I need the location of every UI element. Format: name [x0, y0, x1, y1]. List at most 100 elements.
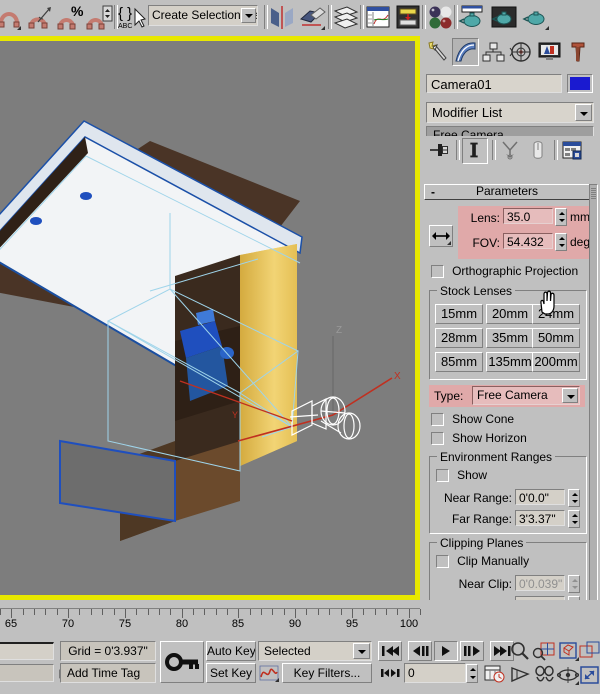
align-icon[interactable] — [298, 3, 326, 31]
command-panel-scrollbar[interactable] — [589, 184, 598, 614]
lens-input[interactable]: 35.0 — [503, 208, 553, 224]
fov-input[interactable]: 54.432 — [503, 233, 553, 249]
clip-manually-row[interactable]: Clip Manually — [436, 554, 529, 568]
animate-curve-icon[interactable] — [258, 663, 280, 683]
stock-lens-28mm[interactable]: 28mm — [435, 328, 483, 348]
named-selection-sets-icon[interactable]: { } ABC — [118, 3, 146, 31]
perspective-viewport[interactable]: Z X Y — [0, 41, 415, 595]
mirror-icon[interactable] — [268, 3, 296, 31]
time-configuration-icon[interactable] — [482, 663, 506, 683]
camera-type-dropdown[interactable]: Free Camera — [472, 386, 580, 405]
configure-modifier-sets-icon[interactable] — [560, 138, 584, 162]
object-color-swatch-button[interactable] — [567, 74, 593, 93]
modifier-list-dropdown-arrow-button[interactable] — [575, 104, 592, 121]
set-key-button[interactable]: Set Key — [206, 663, 256, 683]
track-bar-tick — [272, 609, 273, 615]
near-range-input[interactable]: 0'0.0" — [515, 489, 565, 505]
show-cone-row[interactable]: Show Cone — [424, 412, 590, 431]
add-time-tag-button[interactable]: Add Time Tag — [60, 663, 156, 683]
zoom-all-icon[interactable] — [532, 640, 556, 662]
parameters-rollout-header[interactable]: - Parameters — [424, 184, 590, 200]
show-cone-checkbox[interactable] — [431, 412, 444, 426]
stock-lens-35mm[interactable]: 35mm — [486, 328, 534, 348]
play-animation-icon[interactable] — [434, 641, 458, 661]
svg-text:{ }: { } — [118, 5, 132, 22]
make-unique-icon[interactable] — [498, 138, 522, 162]
curve-editor-icon[interactable] — [364, 3, 392, 31]
maximize-viewport-icon[interactable] — [578, 664, 600, 686]
auto-key-button[interactable]: Auto Key — [206, 641, 256, 661]
track-bar-tick — [102, 609, 103, 615]
track-bar-tick-label: 75 — [118, 618, 132, 630]
previous-frame-icon[interactable] — [408, 641, 432, 661]
track-bar-tick-label: 100 — [399, 618, 419, 630]
key-mode-toggle-icon[interactable] — [378, 663, 402, 683]
zoom-extents-icon[interactable] — [556, 640, 580, 662]
render-setup-icon[interactable] — [458, 3, 486, 31]
percent-snap-icon[interactable]: % — [56, 3, 84, 31]
far-range-spinner[interactable] — [568, 510, 580, 528]
material-editor-icon[interactable] — [426, 3, 454, 31]
transform-type-in-x[interactable] — [0, 642, 54, 660]
field-of-view-icon[interactable] — [508, 664, 532, 686]
stock-lens-200mm[interactable]: 200mm — [532, 352, 580, 372]
modifier-list-dropdown[interactable]: Modifier List — [426, 102, 594, 123]
transform-type-in-y[interactable] — [0, 664, 54, 682]
tab-create[interactable] — [424, 38, 451, 66]
orthographic-projection-row[interactable]: Orthographic Projection — [424, 264, 590, 284]
far-range-label: Far Range: — [451, 512, 512, 526]
zoom-extents-all-icon[interactable] — [578, 640, 600, 662]
track-bar[interactable]: 65 70 75 80 85 90 95 100 — [0, 600, 600, 638]
tab-display[interactable] — [536, 38, 563, 66]
key-filters-button[interactable]: Key Filters... — [282, 663, 372, 683]
remove-modifier-icon[interactable] — [526, 138, 550, 162]
key-toggle-icon[interactable] — [160, 641, 204, 683]
viewport-container[interactable]: Z X Y — [0, 36, 420, 600]
current-frame-input[interactable]: 0 — [404, 663, 466, 683]
tab-modify[interactable] — [452, 38, 479, 66]
layer-manager-icon[interactable] — [332, 3, 360, 31]
show-end-result-icon[interactable] — [462, 138, 488, 164]
angle-snap-icon[interactable] — [26, 3, 54, 31]
tab-utilities[interactable] — [564, 38, 591, 66]
object-name-input[interactable]: Camera01 — [426, 74, 562, 93]
horizontal-fov-icon[interactable] — [429, 225, 453, 247]
schematic-view-icon[interactable] — [394, 3, 422, 31]
near-range-spinner[interactable] — [568, 489, 580, 507]
orthographic-projection-checkbox[interactable] — [431, 264, 444, 278]
selection-list-dropdown-arrow-button[interactable] — [353, 643, 370, 659]
rendered-frame-window-icon[interactable] — [490, 3, 518, 31]
chevron-down-icon — [358, 650, 366, 654]
env-show-row[interactable]: Show — [436, 468, 487, 482]
clip-manually-checkbox[interactable] — [436, 554, 449, 568]
quick-render-icon[interactable] — [522, 3, 550, 31]
stock-lens-20mm[interactable]: 20mm — [486, 304, 534, 324]
env-show-checkbox[interactable] — [436, 468, 449, 482]
snap-toggle-icon[interactable]: 3 — [0, 3, 22, 31]
go-to-start-icon[interactable] — [378, 641, 402, 661]
tab-hierarchy[interactable] — [480, 38, 507, 66]
show-horizon-row[interactable]: Show Horizon — [424, 431, 590, 450]
fov-spinner[interactable] — [555, 233, 567, 251]
next-frame-icon[interactable] — [460, 641, 484, 661]
show-horizon-checkbox[interactable] — [431, 431, 444, 445]
stock-lens-50mm[interactable]: 50mm — [532, 328, 580, 348]
track-bar-tick — [284, 609, 285, 615]
arc-rotate-icon[interactable] — [556, 664, 580, 686]
camera-type-dropdown-arrow-button[interactable] — [562, 388, 578, 403]
tab-motion[interactable] — [508, 38, 535, 66]
spinner-snap-icon[interactable] — [86, 3, 114, 31]
track-bar-ruler[interactable]: 65 70 75 80 85 90 95 100 — [0, 608, 421, 635]
selection-set-dropdown-button[interactable] — [241, 8, 256, 23]
track-bar-tick — [34, 609, 35, 615]
stock-lens-85mm[interactable]: 85mm — [435, 352, 483, 372]
stock-lens-135mm[interactable]: 135mm — [486, 352, 534, 372]
pan-icon[interactable] — [532, 664, 556, 686]
zoom-icon[interactable] — [508, 640, 532, 662]
far-range-input[interactable]: 3'3.37" — [515, 510, 565, 526]
current-frame-spinner[interactable] — [466, 664, 478, 683]
stock-lens-15mm[interactable]: 15mm — [435, 304, 483, 324]
lens-spinner[interactable] — [555, 208, 567, 226]
pin-stack-icon[interactable] — [428, 138, 452, 162]
selection-list-dropdown[interactable]: Selected — [258, 641, 372, 661]
